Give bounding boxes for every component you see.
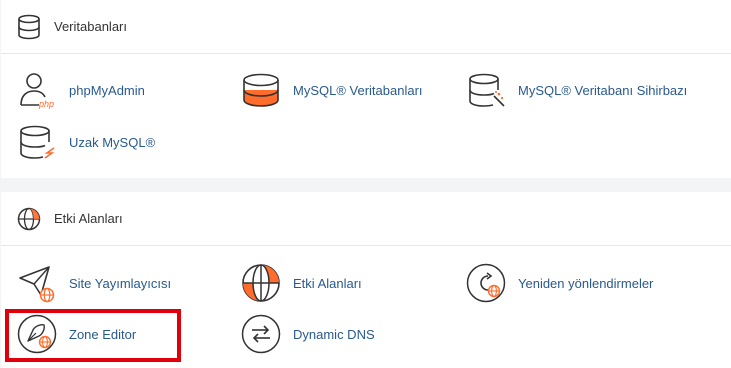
phpmyadmin-label: phpMyAdmin: [69, 82, 145, 98]
remote-mysql-label: Uzak MySQL®: [69, 134, 156, 150]
mysql-databases-label: MySQL® Veritabanları: [293, 82, 423, 98]
dynamic-dns-icon: [241, 314, 281, 354]
zone-editor-label: Zone Editor: [69, 326, 137, 342]
site-publisher-icon: [17, 263, 57, 303]
domains-panel: Etki Alanları Site Yayımlayıcısı Etki Al…: [1, 192, 731, 368]
mysql-wizard-icon: [466, 70, 506, 110]
domains-panel-header[interactable]: Etki Alanları: [1, 192, 731, 246]
redirects-link[interactable]: Yeniden yönlendirmeler: [466, 263, 653, 303]
phpmyadmin-link[interactable]: php phpMyAdmin: [17, 70, 145, 110]
mysql-wizard-link[interactable]: MySQL® Veritabanı Sihirbazı: [466, 70, 687, 110]
databases-panel: Veritabanları php phpMyAdmin MySQL® Veri…: [1, 0, 731, 178]
domains-icon: [241, 263, 281, 303]
remote-mysql-icon: [17, 122, 57, 162]
dynamic-dns-label: Dynamic DNS: [293, 326, 375, 342]
mysql-databases-icon: [241, 70, 281, 110]
database-icon: [15, 13, 43, 41]
domains-link[interactable]: Etki Alanları: [241, 263, 362, 303]
site-publisher-link[interactable]: Site Yayımlayıcısı: [17, 263, 171, 303]
domains-panel-title: Etki Alanları: [54, 211, 123, 226]
site-publisher-label: Site Yayımlayıcısı: [69, 275, 172, 291]
svg-text:php: php: [38, 99, 54, 109]
mysql-databases-link[interactable]: MySQL® Veritabanları: [241, 70, 423, 110]
domains-label: Etki Alanları: [293, 275, 362, 291]
databases-panel-header[interactable]: Veritabanları: [1, 0, 731, 54]
mysql-wizard-label: MySQL® Veritabanı Sihirbazı: [518, 82, 688, 98]
zone-editor-link[interactable]: Zone Editor: [17, 314, 136, 354]
redirects-label: Yeniden yönlendirmeler: [518, 275, 654, 291]
globe-icon: [15, 205, 43, 233]
redirects-icon: [466, 263, 506, 303]
phpmyadmin-icon: php: [17, 70, 57, 110]
dynamic-dns-link[interactable]: Dynamic DNS: [241, 314, 375, 354]
zone-editor-icon: [17, 314, 57, 354]
databases-panel-title: Veritabanları: [54, 19, 127, 34]
remote-mysql-link[interactable]: Uzak MySQL®: [17, 122, 155, 162]
